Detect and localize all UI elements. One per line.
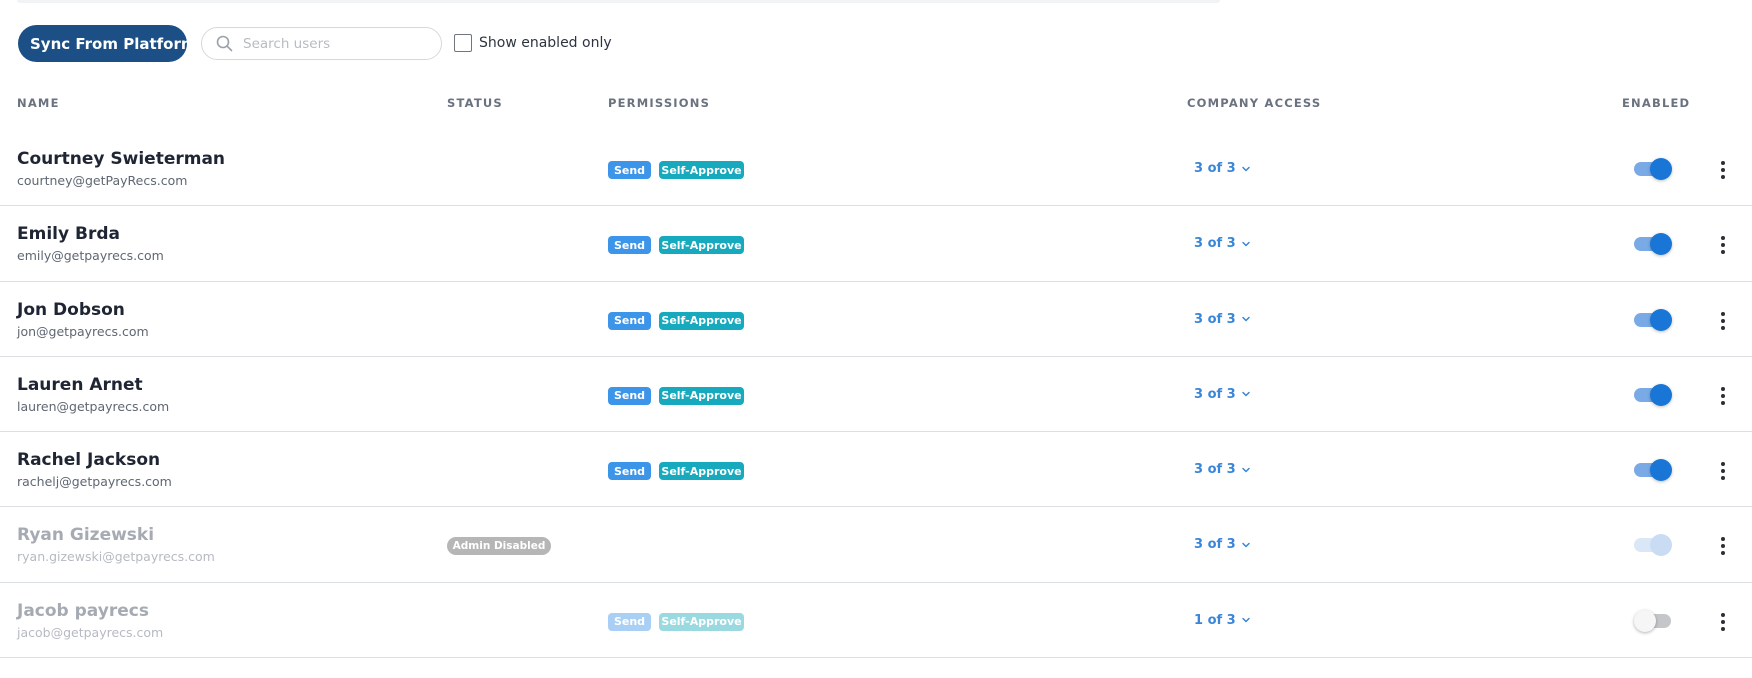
show-enabled-label: Show enabled only <box>479 35 612 51</box>
user-name: Ryan Gizewski <box>17 525 155 546</box>
more-options-icon[interactable] <box>1715 611 1731 633</box>
enabled-toggle[interactable] <box>1634 157 1672 181</box>
self-approve-permission-badge: Self-Approve <box>659 311 744 330</box>
user-email: lauren@getpayrecs.com <box>17 398 170 414</box>
chevron-down-icon <box>1241 164 1251 174</box>
column-header-company-access: COMPANY ACCESS <box>1187 96 1322 110</box>
company-access-value: 3 of 3 <box>1194 161 1236 176</box>
user-name: Emily Brda <box>17 224 120 245</box>
column-header-name: NAME <box>17 96 60 110</box>
user-email: courtney@getPayRecs.com <box>17 173 188 188</box>
company-access-dropdown[interactable]: 3 of 3 <box>1194 312 1251 327</box>
chevron-down-icon <box>1241 314 1251 324</box>
more-options-icon[interactable] <box>1715 159 1731 181</box>
company-access-dropdown[interactable]: 3 of 3 <box>1194 236 1251 251</box>
send-permission-badge: Send <box>608 612 651 631</box>
chevron-down-icon <box>1241 465 1251 475</box>
toggle-knob <box>1650 308 1672 331</box>
company-access-value: 3 of 3 <box>1194 386 1236 402</box>
company-access-value: 3 of 3 <box>1194 236 1236 252</box>
user-name: Lauren Arnet <box>17 374 143 395</box>
company-access-dropdown[interactable]: 3 of 3 <box>1194 161 1251 176</box>
self-approve-permission-badge: Self-Approve <box>659 236 744 255</box>
company-access-value: 1 of 3 <box>1194 612 1236 628</box>
table-row: Lauren Arnet lauren@getpayrecs.com Send Sel… <box>0 357 1752 433</box>
user-name: Rachel Jackson <box>17 450 161 471</box>
status-badge: Admin Disabled <box>447 537 551 556</box>
company-access-dropdown[interactable]: 3 of 3 <box>1194 462 1251 477</box>
company-access-dropdown[interactable]: 3 of 3 <box>1194 537 1251 552</box>
more-options-icon[interactable] <box>1715 234 1731 256</box>
users-table-body: Courtney Swieterman courtney@getPayRecs.c… <box>0 131 1752 659</box>
company-access-value: 3 of 3 <box>1194 462 1236 478</box>
sync-from-platform-button[interactable]: Sync From Platform <box>18 25 197 62</box>
self-approve-permission-badge: Self-Approve <box>659 462 744 481</box>
user-email: jacob@getpayrecs.com <box>17 624 164 640</box>
more-options-icon[interactable] <box>1715 535 1731 557</box>
search-input[interactable] <box>243 35 433 52</box>
column-header-status: STATUS <box>447 96 503 110</box>
self-approve-permission-badge: Self-Approve <box>659 386 744 405</box>
enabled-toggle[interactable] <box>1634 533 1672 557</box>
chevron-down-icon <box>1241 615 1251 625</box>
table-row: Jacob payrecs jacob@getpayrecs.com Send Sel… <box>0 583 1752 659</box>
send-permission-badge: Send <box>608 236 651 255</box>
user-email: jon@getpayrecs.com <box>17 323 149 339</box>
table-row: Courtney Swieterman courtney@getPayRecs.c… <box>0 131 1752 207</box>
chevron-down-icon <box>1241 239 1251 249</box>
more-options-icon[interactable] <box>1715 460 1731 482</box>
enabled-toggle[interactable] <box>1634 458 1672 482</box>
company-access-value: 3 of 3 <box>1194 311 1236 327</box>
enabled-toggle[interactable] <box>1634 308 1672 332</box>
show-enabled-filter[interactable]: Show enabled only <box>454 34 612 52</box>
toggle-knob <box>1650 383 1672 406</box>
permissions: Send Self-Approve <box>608 311 744 330</box>
user-name: Jon Dobson <box>17 299 125 320</box>
search-icon <box>215 35 233 53</box>
more-options-icon[interactable] <box>1715 310 1731 332</box>
table-row: Jon Dobson jon@getpayrecs.com Send Self-App… <box>0 282 1752 357</box>
toolbar: Sync From Platform Show enabled only <box>18 25 612 62</box>
chevron-down-icon <box>1241 389 1251 399</box>
user-email: ryan.gizewski@getpayrecs.com <box>17 549 215 565</box>
enabled-toggle[interactable] <box>1634 232 1672 256</box>
permissions: Send Self-Approve <box>608 236 744 255</box>
send-permission-badge: Send <box>608 311 651 330</box>
column-header-enabled: ENABLED <box>1622 96 1691 110</box>
more-options-icon[interactable] <box>1715 385 1731 407</box>
company-access-value: 3 of 3 <box>1194 537 1236 553</box>
company-access-dropdown[interactable]: 1 of 3 <box>1194 613 1251 628</box>
self-approve-permission-badge: Self-Approve <box>659 612 744 631</box>
user-name: Jacob payrecs <box>17 600 149 621</box>
search-box[interactable] <box>201 27 442 60</box>
toggle-knob <box>1650 534 1672 557</box>
toggle-knob <box>1650 158 1672 180</box>
user-email: emily@getpayrecs.com <box>17 248 164 264</box>
permissions: Send Self-Approve <box>608 462 744 481</box>
send-permission-badge: Send <box>608 386 651 405</box>
enabled-toggle[interactable] <box>1634 383 1672 407</box>
self-approve-permission-badge: Self-Approve <box>659 161 744 179</box>
chevron-down-icon <box>1241 540 1251 550</box>
user-name: Courtney Swieterman <box>17 149 226 169</box>
column-header-permissions: PERMISSIONS <box>608 96 711 110</box>
toggle-knob <box>1650 233 1672 256</box>
enabled-toggle[interactable] <box>1634 609 1672 633</box>
toggle-knob <box>1650 459 1672 482</box>
table-row: Ryan Gizewski ryan.gizewski@getpayrecs.co… <box>0 507 1752 583</box>
table-row: Emily Brda emily@getpayrecs.com Send Self-A… <box>0 206 1752 282</box>
table-row: Rachel Jackson rachelj@getpayrecs.com Send… <box>0 432 1752 508</box>
send-permission-badge: Send <box>608 161 651 179</box>
user-email: rachelj@getpayrecs.com <box>17 474 172 490</box>
permissions: Send Self-Approve <box>608 612 744 631</box>
send-permission-badge: Send <box>608 462 651 481</box>
company-access-dropdown[interactable]: 3 of 3 <box>1194 387 1251 402</box>
permissions: Send Self-Approve <box>608 161 744 179</box>
table-header: NAME STATUS PERMISSIONS COMPANY ACCESS E… <box>0 96 1752 110</box>
top-strip <box>17 0 1220 3</box>
toggle-knob <box>1634 609 1656 632</box>
show-enabled-checkbox[interactable] <box>454 34 472 52</box>
permissions: Send Self-Approve <box>608 386 744 405</box>
